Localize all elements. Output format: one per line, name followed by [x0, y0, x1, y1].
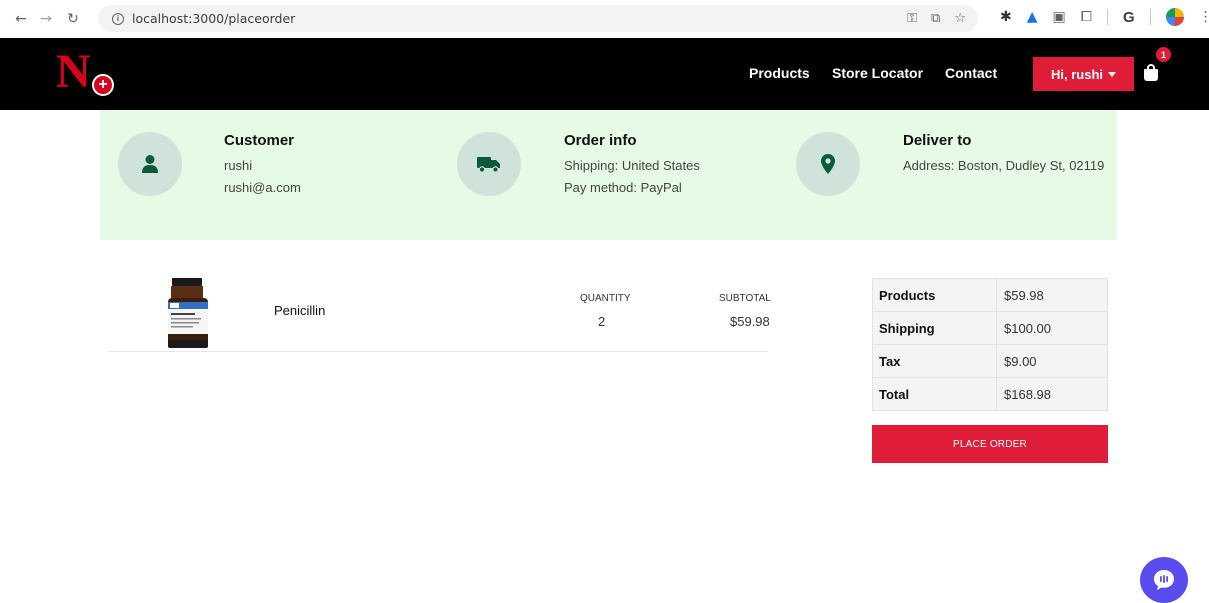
deliver-to-title: Deliver to [903, 132, 972, 149]
extensions-puzzle-icon[interactable]: ⧠ [1081, 9, 1092, 25]
extension-drive-icon[interactable]: ▲ [1027, 9, 1038, 25]
user-icon [142, 155, 158, 173]
product-name[interactable]: Penicillin [274, 303, 325, 318]
toolbar-divider [1149, 9, 1151, 25]
subtotal-label: SUBTOTAL [719, 293, 771, 304]
customer-email: rushi@a.com [224, 180, 301, 195]
toolbar-divider [1106, 9, 1108, 25]
truck-icon [477, 157, 500, 173]
browser-menu-icon[interactable]: ⋮ [1199, 9, 1209, 25]
nav-products-link[interactable]: Products [749, 65, 810, 81]
chat-icon [1154, 570, 1174, 590]
shopping-bag-icon[interactable] [1144, 64, 1158, 81]
browser-toolbar: ← → ↻ i localhost:3000/placeorder ⚿ ⧉ ☆ … [0, 0, 1209, 38]
back-icon[interactable]: ← [10, 8, 32, 30]
customer-title: Customer [224, 132, 295, 149]
order-info-panel: Customer rushi rushi@a.com Order info Sh… [100, 110, 1117, 240]
quantity-value: 2 [598, 314, 606, 329]
pay-method: Pay method: PayPal [564, 180, 682, 195]
extension-bug-icon[interactable]: ✱ [1000, 9, 1012, 25]
password-key-icon[interactable]: ⚿ [907, 11, 917, 26]
user-menu-label: Hi, rushi [1050, 66, 1103, 82]
subtotal-value: $59.98 [730, 314, 770, 329]
customer-name: rushi [224, 158, 253, 173]
site-logo[interactable]: N + [56, 48, 116, 102]
order-summary-table: Products $59.98 Shipping $100.00 Tax $9.… [872, 278, 1108, 411]
address-bar[interactable]: i localhost:3000/placeorder ⚿ ⧉ ☆ [98, 5, 978, 32]
order-info-title: Order info [564, 132, 637, 149]
url-text[interactable]: localhost:3000/placeorder [132, 11, 295, 26]
profile-avatar[interactable] [1165, 8, 1184, 26]
place-order-button[interactable]: PLACE ORDER [872, 425, 1108, 463]
row-divider [108, 351, 768, 352]
map-pin-icon [821, 154, 835, 174]
summary-row-total: Total $168.98 [872, 377, 1108, 411]
summary-row-tax: Tax $9.00 [872, 344, 1108, 378]
google-extension-icon[interactable]: G [1123, 9, 1135, 26]
summary-value: $59.98 [996, 278, 1108, 312]
customer-icon-circle [118, 132, 182, 196]
summary-label: Shipping [872, 311, 997, 345]
product-image [164, 276, 212, 350]
site-header: N + Products Store Locator Contact Hi, r… [0, 38, 1209, 110]
caret-down-icon [1108, 71, 1116, 77]
nav-contact-link[interactable]: Contact [945, 65, 997, 81]
logo-plus-icon: + [92, 74, 114, 96]
nav-store-locator-link[interactable]: Store Locator [832, 65, 923, 81]
summary-value: $168.98 [996, 377, 1108, 411]
summary-label: Tax [872, 344, 997, 378]
quantity-label: QUANTITY [580, 293, 631, 304]
install-app-icon[interactable]: ⧉ [931, 11, 940, 26]
cart-count-badge: 1 [1156, 47, 1171, 62]
forward-icon[interactable]: → [35, 8, 57, 30]
order-icon-circle [457, 132, 521, 196]
shipping-country: Shipping: United States [564, 158, 700, 173]
summary-value: $100.00 [996, 311, 1108, 345]
summary-label: Products [872, 278, 997, 312]
extension-note-icon[interactable]: ▣ [1053, 9, 1066, 25]
summary-value: $9.00 [996, 344, 1108, 378]
summary-row-shipping: Shipping $100.00 [872, 311, 1108, 345]
chat-widget-button[interactable] [1140, 557, 1188, 603]
summary-label: Total [872, 377, 997, 411]
delivery-address: Address: Boston, Dudley St, 02119 [903, 158, 1105, 173]
site-info-icon[interactable]: i [112, 12, 124, 25]
reload-icon[interactable]: ↻ [62, 8, 84, 30]
bookmark-star-icon[interactable]: ☆ [954, 11, 966, 26]
summary-row-products: Products $59.98 [872, 278, 1108, 312]
logo-letter-n-icon: N [56, 45, 91, 98]
deliver-icon-circle [796, 132, 860, 196]
user-menu-button[interactable]: Hi, rushi [1033, 57, 1134, 91]
